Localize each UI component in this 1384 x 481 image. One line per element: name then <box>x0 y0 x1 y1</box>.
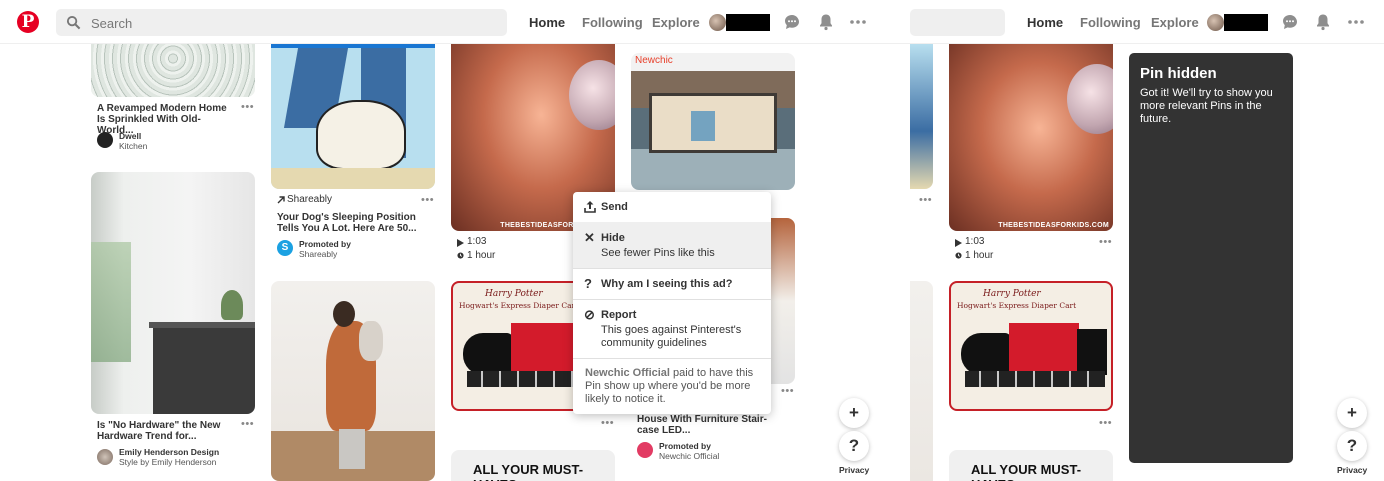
report-icon: ⊘ <box>584 307 595 322</box>
train-subheader: Hogwart's Express Diaper Cart <box>957 301 1077 310</box>
promoted-label: Promoted by <box>299 239 351 249</box>
menu-why-ad[interactable]: ? Why am I seeing this ad? <box>573 269 771 299</box>
pin-hidden-title: Pin hidden <box>1140 65 1217 82</box>
pin-hidden-card: Pin hidden Got it! We'll try to show you… <box>1129 53 1293 463</box>
pin-more-icon[interactable]: ••• <box>241 418 254 430</box>
pin-more-icon[interactable]: ••• <box>421 194 434 206</box>
pin-source[interactable]: Emily Henderson Design <box>119 447 219 457</box>
pin-title[interactable]: House With Furniture Stair-case LED... <box>637 414 777 436</box>
promoter-name[interactable]: Shareably <box>299 249 337 259</box>
pin-more-icon[interactable]: ••• <box>1099 417 1112 429</box>
nav-following[interactable]: Following <box>582 15 643 30</box>
pin-more-icon[interactable]: ••• <box>241 101 254 113</box>
play-icon <box>457 239 464 247</box>
pinterest-logo-icon[interactable]: P <box>17 11 39 33</box>
nav-home[interactable]: Home <box>529 15 565 30</box>
video-duration: 1:03 <box>467 236 487 247</box>
top-nav: P Search Home Following Explore Home Fol… <box>0 0 1384 44</box>
pin-more-icon[interactable]: ••• <box>601 417 614 429</box>
pin-image-kitchen[interactable] <box>91 172 255 414</box>
nav-explore[interactable]: Explore <box>1151 15 1199 30</box>
messages-icon[interactable] <box>1281 13 1299 31</box>
add-pin-button[interactable]: + <box>1337 398 1367 428</box>
pin-title[interactable]: Is "No Hardware" the New Hardware Trend … <box>97 420 237 442</box>
promoted-label: Promoted by <box>659 441 711 451</box>
pin-image-must-haves[interactable]: ALL YOUR MUST-HAVES <box>949 450 1113 481</box>
notifications-icon[interactable] <box>1314 13 1332 31</box>
must-haves-text: ALL YOUR MUST-HAVES <box>473 462 584 481</box>
avatar[interactable] <box>709 14 726 31</box>
redacted-username <box>726 14 770 31</box>
advertiser-name[interactable]: Newchic Official <box>585 367 670 379</box>
menu-report[interactable]: ⊘ Report This goes against Pinterest's c… <box>573 300 771 358</box>
pin-options-menu: Send ✕ Hide See fewer Pins like this ? W… <box>573 192 771 414</box>
pin-title[interactable]: Your Dog's Sleeping Position Tells You A… <box>277 212 427 234</box>
pin-image-gummy-video[interactable]: THEBESTIDEASFORKIDS.COM <box>949 44 1113 231</box>
close-icon: ✕ <box>584 230 595 245</box>
help-button[interactable]: ? <box>1337 431 1367 461</box>
post-time: 1 hour <box>965 250 994 261</box>
privacy-link[interactable]: Privacy <box>1337 465 1367 475</box>
newchic-brand: Newchic <box>635 55 673 66</box>
nav-following[interactable]: Following <box>1080 15 1141 30</box>
pin-image-partial[interactable] <box>910 281 933 481</box>
nav-explore[interactable]: Explore <box>652 15 700 30</box>
play-icon <box>955 239 962 247</box>
menu-ad-info: Newchic Official paid to have this Pin s… <box>573 359 771 414</box>
redacted-username <box>1224 14 1268 31</box>
pin-hidden-message: Got it! We'll try to show you more relev… <box>1140 87 1273 125</box>
menu-hide[interactable]: ✕ Hide See fewer Pins like this <box>573 222 771 268</box>
pin-image-mother-child[interactable] <box>271 281 435 481</box>
menu-send[interactable]: Send <box>573 192 771 222</box>
add-pin-button[interactable]: + <box>839 398 869 428</box>
privacy-link[interactable]: Privacy <box>839 465 869 475</box>
search-icon <box>66 15 81 30</box>
pin-source[interactable]: Dwell <box>119 131 141 141</box>
search-bar[interactable]: Search <box>56 9 507 36</box>
train-header: Harry Potter <box>485 289 543 299</box>
train-header: Harry Potter <box>983 289 1041 299</box>
search-bar-duplicate[interactable] <box>910 9 1005 36</box>
pin-image-dog[interactable] <box>271 20 435 189</box>
pin-more-icon[interactable]: ••• <box>919 194 932 206</box>
external-link-icon <box>277 196 285 204</box>
notifications-icon[interactable] <box>817 13 835 31</box>
question-icon: ? <box>584 276 592 291</box>
pin-image-partial[interactable] <box>910 44 933 189</box>
must-haves-text: ALL YOUR MUST-HAVES <box>971 462 1082 481</box>
pin-more-icon[interactable]: ••• <box>781 385 794 397</box>
pin-more-icon[interactable]: ••• <box>1099 236 1112 248</box>
video-duration: 1:03 <box>965 236 985 247</box>
train-subheader: Hogwart's Express Diaper Cart <box>459 301 579 310</box>
nav-home[interactable]: Home <box>1027 15 1063 30</box>
post-time: 1 hour <box>467 250 496 261</box>
pin-attribution[interactable]: Shareably <box>287 195 332 205</box>
help-button[interactable]: ? <box>839 431 869 461</box>
pin-image-miniature-house[interactable]: Newchic <box>631 53 795 190</box>
pin-image-partial[interactable] <box>771 218 795 384</box>
shareably-logo-icon[interactable]: S <box>277 240 293 256</box>
pin-board[interactable]: Kitchen <box>119 141 147 151</box>
avatar[interactable] <box>1207 14 1224 31</box>
video-watermark: THEBESTIDEASFORKIDS.COM <box>998 222 1109 229</box>
clock-icon <box>955 252 962 259</box>
more-icon[interactable] <box>849 13 867 31</box>
source-avatar[interactable] <box>97 132 113 148</box>
search-input[interactable]: Search <box>91 16 132 31</box>
clock-icon <box>457 252 464 259</box>
pin-image-must-haves[interactable]: ALL YOUR MUST-HAVES <box>451 450 615 481</box>
pin-title[interactable]: A Revamped Modern Home Is Sprinkled With… <box>97 103 237 136</box>
source-avatar[interactable] <box>97 449 113 465</box>
more-icon[interactable] <box>1347 13 1365 31</box>
newchic-logo-icon[interactable] <box>637 442 653 458</box>
pin-board[interactable]: Style by Emily Henderson <box>119 457 216 467</box>
pin-image-train-diaper-cart[interactable]: Harry Potter Hogwart's Express Diaper Ca… <box>949 281 1113 411</box>
send-icon <box>584 201 596 213</box>
messages-icon[interactable] <box>783 13 801 31</box>
promoter-name[interactable]: Newchic Official <box>659 451 719 461</box>
